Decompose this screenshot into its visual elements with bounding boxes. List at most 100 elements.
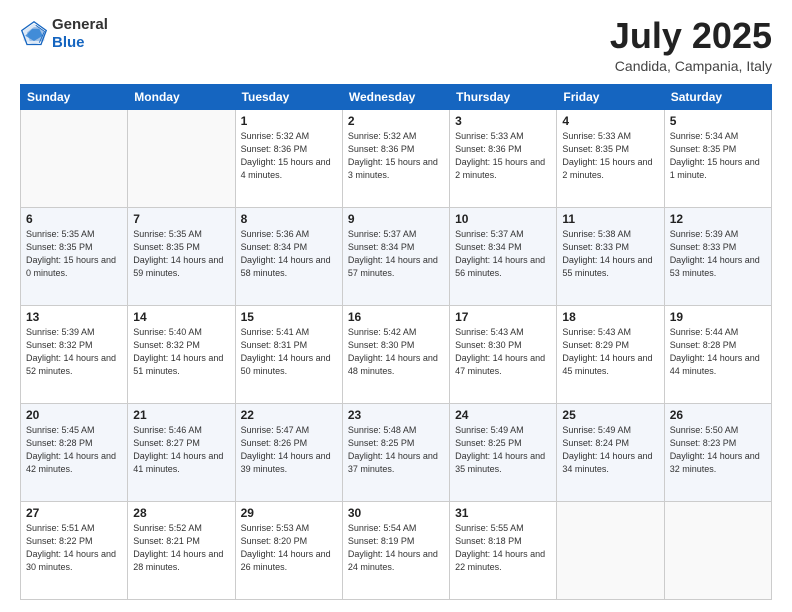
day-number: 5 [670, 114, 766, 128]
daylight-text: Daylight: 14 hours and 56 minutes. [455, 255, 545, 278]
sunset-text: Sunset: 8:32 PM [133, 340, 200, 350]
daylight-text: Daylight: 14 hours and 45 minutes. [562, 353, 652, 376]
daylight-text: Daylight: 14 hours and 30 minutes. [26, 549, 116, 572]
table-row: 14 Sunrise: 5:40 AM Sunset: 8:32 PM Dayl… [128, 305, 235, 403]
sunrise-text: Sunrise: 5:50 AM [670, 425, 739, 435]
day-number: 25 [562, 408, 658, 422]
calendar-week-row: 1 Sunrise: 5:32 AM Sunset: 8:36 PM Dayli… [21, 109, 772, 207]
daylight-text: Daylight: 14 hours and 55 minutes. [562, 255, 652, 278]
day-info: Sunrise: 5:33 AM Sunset: 8:36 PM Dayligh… [455, 130, 551, 182]
table-row: 31 Sunrise: 5:55 AM Sunset: 8:18 PM Dayl… [450, 501, 557, 599]
day-number: 30 [348, 506, 444, 520]
sunset-text: Sunset: 8:18 PM [455, 536, 522, 546]
sunrise-text: Sunrise: 5:39 AM [26, 327, 95, 337]
day-info: Sunrise: 5:45 AM Sunset: 8:28 PM Dayligh… [26, 424, 122, 476]
location-title: Candida, Campania, Italy [610, 58, 772, 74]
day-number: 27 [26, 506, 122, 520]
table-row: 23 Sunrise: 5:48 AM Sunset: 8:25 PM Dayl… [342, 403, 449, 501]
sunset-text: Sunset: 8:35 PM [670, 144, 737, 154]
table-row: 2 Sunrise: 5:32 AM Sunset: 8:36 PM Dayli… [342, 109, 449, 207]
sunset-text: Sunset: 8:19 PM [348, 536, 415, 546]
logo: General Blue [20, 16, 108, 52]
day-number: 23 [348, 408, 444, 422]
table-row: 26 Sunrise: 5:50 AM Sunset: 8:23 PM Dayl… [664, 403, 771, 501]
daylight-text: Daylight: 14 hours and 50 minutes. [241, 353, 331, 376]
sunrise-text: Sunrise: 5:32 AM [241, 131, 310, 141]
sunrise-text: Sunrise: 5:38 AM [562, 229, 631, 239]
day-info: Sunrise: 5:50 AM Sunset: 8:23 PM Dayligh… [670, 424, 766, 476]
day-info: Sunrise: 5:53 AM Sunset: 8:20 PM Dayligh… [241, 522, 337, 574]
day-number: 6 [26, 212, 122, 226]
table-row: 20 Sunrise: 5:45 AM Sunset: 8:28 PM Dayl… [21, 403, 128, 501]
day-info: Sunrise: 5:39 AM Sunset: 8:33 PM Dayligh… [670, 228, 766, 280]
sunrise-text: Sunrise: 5:44 AM [670, 327, 739, 337]
day-number: 11 [562, 212, 658, 226]
day-info: Sunrise: 5:52 AM Sunset: 8:21 PM Dayligh… [133, 522, 229, 574]
sunrise-text: Sunrise: 5:48 AM [348, 425, 417, 435]
daylight-text: Daylight: 14 hours and 53 minutes. [670, 255, 760, 278]
sunset-text: Sunset: 8:20 PM [241, 536, 308, 546]
day-info: Sunrise: 5:38 AM Sunset: 8:33 PM Dayligh… [562, 228, 658, 280]
table-row: 8 Sunrise: 5:36 AM Sunset: 8:34 PM Dayli… [235, 207, 342, 305]
day-info: Sunrise: 5:35 AM Sunset: 8:35 PM Dayligh… [26, 228, 122, 280]
day-info: Sunrise: 5:43 AM Sunset: 8:29 PM Dayligh… [562, 326, 658, 378]
sunset-text: Sunset: 8:34 PM [241, 242, 308, 252]
sunrise-text: Sunrise: 5:33 AM [455, 131, 524, 141]
table-row: 28 Sunrise: 5:52 AM Sunset: 8:21 PM Dayl… [128, 501, 235, 599]
table-row: 29 Sunrise: 5:53 AM Sunset: 8:20 PM Dayl… [235, 501, 342, 599]
day-info: Sunrise: 5:39 AM Sunset: 8:32 PM Dayligh… [26, 326, 122, 378]
sunrise-text: Sunrise: 5:35 AM [26, 229, 95, 239]
sunset-text: Sunset: 8:29 PM [562, 340, 629, 350]
table-row [557, 501, 664, 599]
header-monday: Monday [128, 84, 235, 109]
day-number: 19 [670, 310, 766, 324]
daylight-text: Daylight: 14 hours and 44 minutes. [670, 353, 760, 376]
calendar-table: Sunday Monday Tuesday Wednesday Thursday… [20, 84, 772, 600]
sunrise-text: Sunrise: 5:36 AM [241, 229, 310, 239]
table-row: 10 Sunrise: 5:37 AM Sunset: 8:34 PM Dayl… [450, 207, 557, 305]
daylight-text: Daylight: 14 hours and 37 minutes. [348, 451, 438, 474]
day-number: 14 [133, 310, 229, 324]
day-info: Sunrise: 5:54 AM Sunset: 8:19 PM Dayligh… [348, 522, 444, 574]
calendar-week-row: 20 Sunrise: 5:45 AM Sunset: 8:28 PM Dayl… [21, 403, 772, 501]
day-info: Sunrise: 5:37 AM Sunset: 8:34 PM Dayligh… [348, 228, 444, 280]
day-info: Sunrise: 5:51 AM Sunset: 8:22 PM Dayligh… [26, 522, 122, 574]
sunrise-text: Sunrise: 5:42 AM [348, 327, 417, 337]
sunset-text: Sunset: 8:22 PM [26, 536, 93, 546]
sunset-text: Sunset: 8:28 PM [670, 340, 737, 350]
sunrise-text: Sunrise: 5:52 AM [133, 523, 202, 533]
day-number: 12 [670, 212, 766, 226]
day-info: Sunrise: 5:55 AM Sunset: 8:18 PM Dayligh… [455, 522, 551, 574]
sunset-text: Sunset: 8:34 PM [455, 242, 522, 252]
sunrise-text: Sunrise: 5:33 AM [562, 131, 631, 141]
daylight-text: Daylight: 14 hours and 24 minutes. [348, 549, 438, 572]
day-info: Sunrise: 5:43 AM Sunset: 8:30 PM Dayligh… [455, 326, 551, 378]
day-info: Sunrise: 5:42 AM Sunset: 8:30 PM Dayligh… [348, 326, 444, 378]
header: General Blue July 2025 Candida, Campania… [20, 16, 772, 74]
sunset-text: Sunset: 8:33 PM [670, 242, 737, 252]
title-block: July 2025 Candida, Campania, Italy [610, 16, 772, 74]
daylight-text: Daylight: 15 hours and 4 minutes. [241, 157, 331, 180]
sunrise-text: Sunrise: 5:51 AM [26, 523, 95, 533]
daylight-text: Daylight: 14 hours and 57 minutes. [348, 255, 438, 278]
logo-text: General Blue [52, 16, 108, 52]
daylight-text: Daylight: 14 hours and 41 minutes. [133, 451, 223, 474]
day-info: Sunrise: 5:32 AM Sunset: 8:36 PM Dayligh… [348, 130, 444, 182]
day-info: Sunrise: 5:46 AM Sunset: 8:27 PM Dayligh… [133, 424, 229, 476]
day-number: 17 [455, 310, 551, 324]
sunrise-text: Sunrise: 5:43 AM [562, 327, 631, 337]
header-wednesday: Wednesday [342, 84, 449, 109]
table-row: 19 Sunrise: 5:44 AM Sunset: 8:28 PM Dayl… [664, 305, 771, 403]
table-row [21, 109, 128, 207]
table-row: 25 Sunrise: 5:49 AM Sunset: 8:24 PM Dayl… [557, 403, 664, 501]
sunrise-text: Sunrise: 5:39 AM [670, 229, 739, 239]
sunset-text: Sunset: 8:30 PM [455, 340, 522, 350]
sunset-text: Sunset: 8:21 PM [133, 536, 200, 546]
daylight-text: Daylight: 14 hours and 48 minutes. [348, 353, 438, 376]
day-number: 21 [133, 408, 229, 422]
daylight-text: Daylight: 15 hours and 3 minutes. [348, 157, 438, 180]
table-row: 1 Sunrise: 5:32 AM Sunset: 8:36 PM Dayli… [235, 109, 342, 207]
table-row: 7 Sunrise: 5:35 AM Sunset: 8:35 PM Dayli… [128, 207, 235, 305]
table-row [128, 109, 235, 207]
daylight-text: Daylight: 14 hours and 28 minutes. [133, 549, 223, 572]
